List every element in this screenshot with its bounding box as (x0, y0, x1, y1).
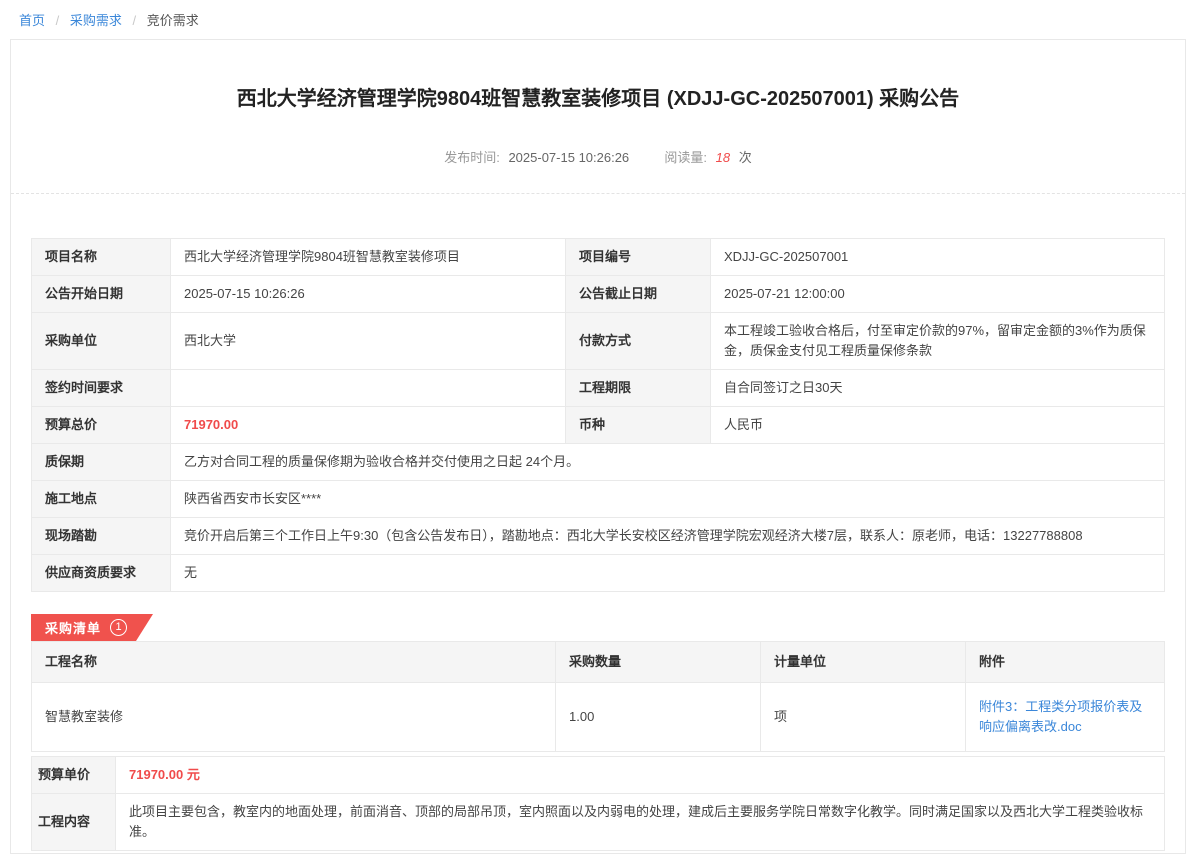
breadcrumb-purchase-demand[interactable]: 采购需求 (70, 13, 122, 28)
duration-value: 自合同签订之日30天 (711, 370, 1165, 407)
table-row: 施工地点 陕西省西安市长安区**** (32, 481, 1165, 518)
announcement-meta: 发布时间: 2025-07-15 10:26:26 阅读量: 18 次 (31, 147, 1165, 166)
start-date-value: 2025-07-15 10:26:26 (171, 276, 566, 313)
table-row: 工程内容 此项目主要包含，教室内的地面处理，前面消音、顶部的局部吊顶，室内照面以… (32, 794, 1165, 851)
divider (11, 193, 1185, 194)
qualification-label: 供应商资质要求 (32, 555, 171, 592)
purchase-list-badge-label: 采购清单 (45, 618, 101, 637)
page-title: 西北大学经济管理学院9804班智慧教室装修项目 (XDJJ-GC-2025070… (31, 82, 1165, 111)
list-item-quantity: 1.00 (556, 683, 761, 752)
col-header-unit: 计量单位 (761, 642, 966, 683)
budget-total-label: 预算总价 (32, 407, 171, 444)
breadcrumb-separator: / (133, 13, 137, 28)
warranty-value: 乙方对合同工程的质量保修期为验收合格并交付使用之日起 24个月。 (171, 444, 1165, 481)
site-label: 施工地点 (32, 481, 171, 518)
table-row: 项目名称 西北大学经济管理学院9804班智慧教室装修项目 项目编号 XDJJ-G… (32, 239, 1165, 276)
project-detail-table: 项目名称 西北大学经济管理学院9804班智慧教室装修项目 项目编号 XDJJ-G… (31, 238, 1165, 592)
currency-label: 币种 (566, 407, 711, 444)
sign-time-value (171, 370, 566, 407)
site-value: 陕西省西安市长安区**** (171, 481, 1165, 518)
breadcrumb-separator: / (56, 13, 60, 28)
project-content-label: 工程内容 (32, 794, 116, 851)
table-row: 质保期 乙方对合同工程的质量保修期为验收合格并交付使用之日起 24个月。 (32, 444, 1165, 481)
warranty-label: 质保期 (32, 444, 171, 481)
duration-label: 工程期限 (566, 370, 711, 407)
attachment-link[interactable]: 附件3：工程类分项报价表及响应偏离表改.doc (979, 699, 1142, 734)
read-count-label: 阅读量: (664, 150, 707, 165)
project-name-label: 项目名称 (32, 239, 171, 276)
start-date-label: 公告开始日期 (32, 276, 171, 313)
purchase-list-table: 工程名称 采购数量 计量单位 附件 智慧教室装修 1.00 项 附件3：工程类分… (31, 641, 1165, 752)
qualification-value: 无 (171, 555, 1165, 592)
breadcrumb-home[interactable]: 首页 (19, 13, 45, 28)
purchaser-label: 采购单位 (32, 313, 171, 370)
survey-label: 现场踏勘 (32, 518, 171, 555)
purchase-list-count-badge: 1 (110, 619, 127, 636)
publish-time-value: 2025-07-15 10:26:26 (508, 150, 629, 165)
currency-value: 人民币 (711, 407, 1165, 444)
read-count-unit: 次 (739, 150, 752, 165)
end-date-label: 公告截止日期 (566, 276, 711, 313)
col-header-project-name: 工程名称 (32, 642, 556, 683)
project-no-label: 项目编号 (566, 239, 711, 276)
table-row: 现场踏勘 竞价开启后第三个工作日上午9:30（包含公告发布日），踏勘地点：西北大… (32, 518, 1165, 555)
budget-total-value: 71970.00 (171, 407, 566, 444)
col-header-attachment: 附件 (966, 642, 1165, 683)
unit-price-value: 71970.00 元 (116, 757, 1165, 794)
budget-content-table: 预算单价 71970.00 元 工程内容 此项目主要包含，教室内的地面处理，前面… (31, 756, 1165, 851)
project-name-value: 西北大学经济管理学院9804班智慧教室装修项目 (171, 239, 566, 276)
sign-time-label: 签约时间要求 (32, 370, 171, 407)
payment-value: 本工程竣工验收合格后，付至审定价款的97%，留审定金额的3%作为质保金，质保金支… (711, 313, 1165, 370)
table-row: 智慧教室装修 1.00 项 附件3：工程类分项报价表及响应偏离表改.doc (32, 683, 1165, 752)
purchaser-value: 西北大学 (171, 313, 566, 370)
table-row: 签约时间要求 工程期限 自合同签订之日30天 (32, 370, 1165, 407)
breadcrumb-current: 竞价需求 (147, 13, 199, 28)
survey-value: 竞价开启后第三个工作日上午9:30（包含公告发布日），踏勘地点：西北大学长安校区… (171, 518, 1165, 555)
unit-price-label: 预算单价 (32, 757, 116, 794)
table-row: 公告开始日期 2025-07-15 10:26:26 公告截止日期 2025-0… (32, 276, 1165, 313)
publish-time-label: 发布时间: (444, 150, 500, 165)
breadcrumb: 首页 / 采购需求 / 竞价需求 (0, 0, 1196, 39)
payment-label: 付款方式 (566, 313, 711, 370)
table-header-row: 工程名称 采购数量 计量单位 附件 (32, 642, 1165, 683)
project-content-value: 此项目主要包含，教室内的地面处理，前面消音、顶部的局部吊顶，室内照面以及内弱电的… (116, 794, 1165, 851)
project-no-value: XDJJ-GC-202507001 (711, 239, 1165, 276)
table-row: 供应商资质要求 无 (32, 555, 1165, 592)
table-row: 采购单位 西北大学 付款方式 本工程竣工验收合格后，付至审定价款的97%，留审定… (32, 313, 1165, 370)
table-row: 预算总价 71970.00 币种 人民币 (32, 407, 1165, 444)
list-item-name: 智慧教室装修 (32, 683, 556, 752)
purchase-list-badge: 采购清单 1 (31, 614, 153, 641)
table-row: 预算单价 71970.00 元 (32, 757, 1165, 794)
card-body: 项目名称 西北大学经济管理学院9804班智慧教室装修项目 项目编号 XDJJ-G… (11, 238, 1185, 851)
read-count-value: 18 (716, 150, 730, 165)
col-header-quantity: 采购数量 (556, 642, 761, 683)
end-date-value: 2025-07-21 12:00:00 (711, 276, 1165, 313)
card-header: 西北大学经济管理学院9804班智慧教室装修项目 (XDJJ-GC-2025070… (11, 82, 1185, 166)
list-item-unit: 项 (761, 683, 966, 752)
announcement-card: 西北大学经济管理学院9804班智慧教室装修项目 (XDJJ-GC-2025070… (10, 39, 1186, 854)
